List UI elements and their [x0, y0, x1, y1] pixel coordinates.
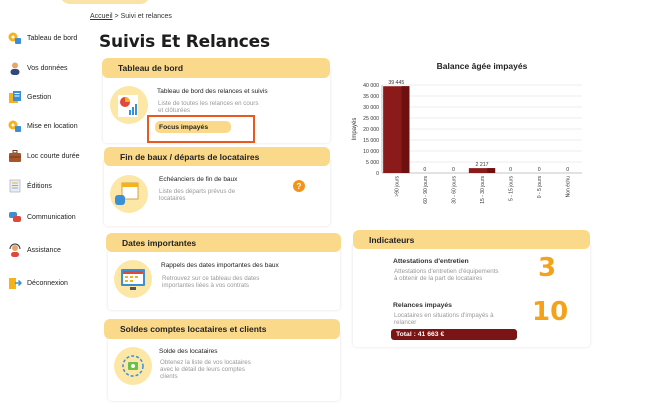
indicator-unpaid-desc-2: relancer — [394, 319, 417, 326]
x-tick-label: 0 - 5 jours — [537, 176, 543, 199]
bar-value-label: 0 — [452, 167, 455, 173]
indicator-unpaid-title[interactable]: Relances impayés — [393, 302, 452, 309]
bar-value-label: 0 — [566, 167, 569, 173]
bar-shade — [487, 168, 496, 173]
y-tick-label: 0 — [376, 171, 379, 177]
bar-value-label: 0 — [509, 167, 512, 173]
y-tick-label: 15 000 — [363, 138, 379, 144]
indicator-maintenance-value: 3 — [538, 253, 557, 283]
bar-value-label: 0 — [538, 167, 541, 173]
y-tick-label: 25 000 — [363, 116, 379, 122]
y-tick-label: 5 000 — [366, 160, 379, 166]
bar-value-label: 39 445 — [388, 80, 404, 86]
indicator-maintenance-desc-1: Attestations d'entretien d'équipements — [394, 268, 499, 275]
x-tick-label: 30 - 60 jours — [451, 176, 457, 204]
section-heading-indicators: Indicateurs — [353, 230, 590, 249]
x-tick-label: 60 - 90 jours — [423, 176, 429, 204]
bar-value-label: 2 217 — [476, 162, 489, 168]
x-tick-label: 5 - 15 jours — [509, 176, 515, 202]
indicator-unpaid-desc-1: Locataires en situations d'impayés à — [394, 312, 494, 319]
x-tick-label: 15 - 30 jours — [480, 176, 486, 204]
y-axis-label: Impayés — [352, 118, 358, 141]
bar-shade — [401, 86, 410, 173]
bar-value-label: 0 — [423, 167, 426, 173]
y-tick-label: 35 000 — [363, 94, 379, 100]
y-tick-label: 40 000 — [363, 83, 379, 89]
indicator-unpaid-value: 10 — [532, 297, 569, 327]
y-tick-label: 10 000 — [363, 149, 379, 155]
indicator-maintenance-desc-2: à obtenir de la part de locataires — [394, 275, 483, 282]
indicator-maintenance-title[interactable]: Attestations d'entretien — [393, 258, 469, 265]
unpaid-total-badge: Total : 41 663 € — [391, 329, 517, 340]
y-tick-label: 30 000 — [363, 105, 379, 111]
x-tick-label: Non échu — [566, 176, 572, 198]
y-tick-label: 20 000 — [363, 127, 379, 133]
x-tick-label: >90 jours — [394, 176, 400, 197]
page: Tableau de bord Vos données Gestion Mise… — [0, 0, 670, 407]
